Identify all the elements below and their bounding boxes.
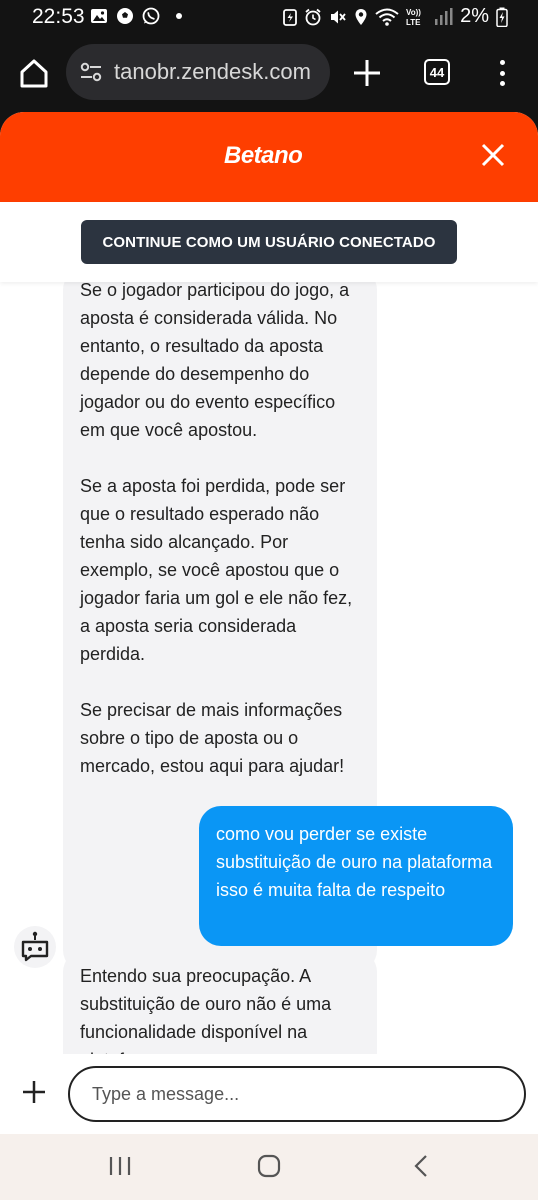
chat-widget: Betano CONTINUE COMO UM USUÁRIO CONECTAD… xyxy=(0,112,538,1134)
bot-avatar xyxy=(14,926,56,968)
volte-icon: Vo))LTE xyxy=(406,8,421,27)
tab-switcher-button[interactable]: 44 xyxy=(424,59,450,85)
url-text: tanobr.zendesk.com xyxy=(114,59,311,84)
notification-icons xyxy=(90,7,182,25)
message-paragraph: Se precisar de mais informações sobre o … xyxy=(80,700,345,776)
home-nav-icon[interactable] xyxy=(257,1154,281,1178)
more-notifications-dot xyxy=(176,13,182,19)
continue-logged-in-button[interactable]: CONTINUE COMO UM USUÁRIO CONECTADO xyxy=(81,220,457,264)
browser-toolbar: tanobr.zendesk.com 44 xyxy=(0,34,538,112)
auth-area: CONTINUE COMO UM USUÁRIO CONECTADO xyxy=(0,202,538,282)
user-message: como vou perder se existe substituição d… xyxy=(199,806,513,946)
site-settings-icon[interactable] xyxy=(78,59,104,85)
message-paragraph: Se o jogador participou do jogo, a apost… xyxy=(80,282,350,440)
home-icon[interactable] xyxy=(14,53,54,93)
status-bar: 22:53 Vo)) LTE 2% xyxy=(0,0,538,34)
whatsapp-icon xyxy=(142,7,160,25)
signal-icon xyxy=(435,7,453,25)
widget-header: Betano xyxy=(0,112,538,202)
browser-menu-icon[interactable] xyxy=(490,56,514,90)
composer xyxy=(0,1054,538,1134)
location-icon xyxy=(355,8,367,25)
svg-text:Vo)): Vo)) xyxy=(406,8,421,17)
status-time: 22:53 xyxy=(32,5,85,28)
back-icon[interactable] xyxy=(412,1154,430,1178)
brand-logo: Betano xyxy=(224,142,303,169)
battery-icon xyxy=(496,7,508,27)
system-icons: Vo)) LTE 2% xyxy=(283,5,508,28)
battery-percent: 2% xyxy=(460,5,489,27)
recents-icon[interactable] xyxy=(108,1155,132,1177)
new-tab-icon[interactable] xyxy=(350,56,384,90)
attach-plus-icon[interactable] xyxy=(20,1078,48,1106)
soccer-ball-icon xyxy=(117,8,133,24)
system-nav-bar xyxy=(0,1134,538,1200)
message-paragraph: Se a aposta foi perdida, pode ser que o … xyxy=(80,476,353,664)
message-list[interactable]: Se o jogador participou do jogo, a apost… xyxy=(0,282,538,1054)
message-input[interactable] xyxy=(68,1066,526,1122)
alarm-icon xyxy=(305,8,321,25)
address-bar[interactable]: tanobr.zendesk.com xyxy=(66,44,330,100)
robot-icon xyxy=(21,931,49,962)
battery-saver-icon xyxy=(283,8,297,26)
mute-icon xyxy=(331,10,346,23)
close-icon[interactable] xyxy=(476,138,510,172)
bot-message: Entendo sua preocupação. A substituição … xyxy=(63,950,377,1054)
gallery-icon xyxy=(91,9,107,23)
tab-count: 44 xyxy=(429,64,445,80)
wifi-icon xyxy=(375,8,399,26)
svg-text:LTE: LTE xyxy=(406,18,421,27)
